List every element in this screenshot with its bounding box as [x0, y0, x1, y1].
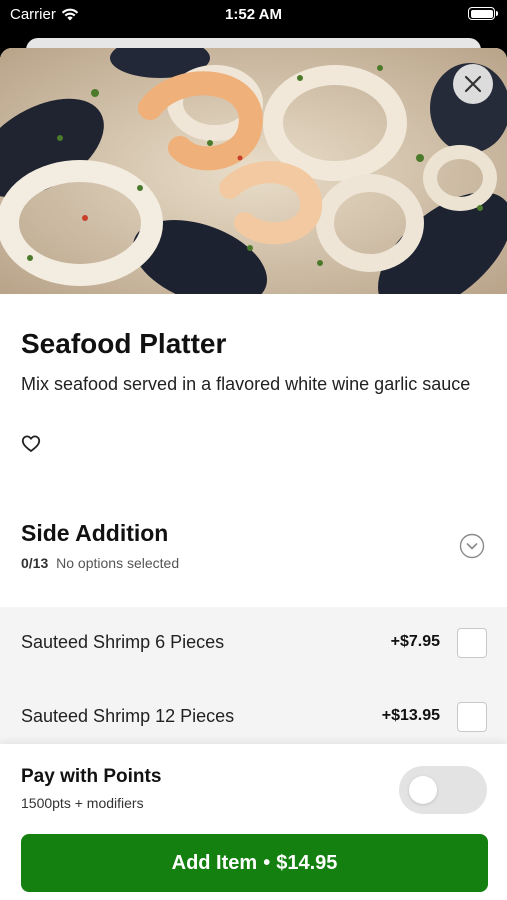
option-name: Sauteed Shrimp 12 Pieces: [21, 706, 235, 726]
option-price: +$7.95: [390, 633, 440, 650]
seafood-photo: [0, 48, 507, 294]
battery-icon: [468, 7, 498, 20]
close-icon: [464, 75, 482, 93]
status-time: 1:52 AM: [225, 6, 282, 23]
add-item-button[interactable]: Add Item • $14.95: [21, 834, 488, 892]
heart-outline-icon[interactable]: [21, 434, 41, 454]
option-row[interactable]: Sauteed Shrimp 6 Pieces +$7.95: [0, 607, 507, 681]
selection-count: 0/13: [21, 555, 49, 571]
close-button[interactable]: [453, 64, 493, 104]
option-checkbox[interactable]: [457, 628, 487, 658]
option-price: +$13.95: [381, 707, 440, 724]
status-bar: Carrier 1:52 AM: [0, 0, 507, 30]
selection-status: No options selected: [56, 555, 180, 571]
item-title: Seafood Platter: [21, 328, 227, 359]
item-description: Mix seafood served in a flavored white w…: [21, 374, 471, 394]
options-list: Sauteed Shrimp 6 Pieces +$7.95 Sauteed S…: [0, 607, 507, 747]
toggle-knob: [409, 776, 437, 804]
pay-with-points-label: Pay with Points: [21, 766, 162, 787]
add-item-label: Add Item: [171, 851, 258, 874]
option-name: Sauteed Shrimp 6 Pieces: [21, 632, 225, 652]
pay-with-points-toggle[interactable]: [399, 766, 487, 814]
chevron-down-icon[interactable]: [459, 533, 485, 559]
add-item-price: $14.95: [276, 851, 338, 874]
section-title: Side Addition: [21, 520, 169, 546]
section-status: 0/13 No options selected: [21, 555, 179, 571]
option-checkbox[interactable]: [457, 702, 487, 732]
label-separator: •: [263, 851, 271, 874]
footer-bar: Pay with Points 1500pts + modifiers Add …: [0, 744, 507, 900]
item-detail-sheet: Seafood Platter Mix seafood served in a …: [0, 48, 507, 900]
points-cost: 1500pts + modifiers: [21, 795, 144, 811]
